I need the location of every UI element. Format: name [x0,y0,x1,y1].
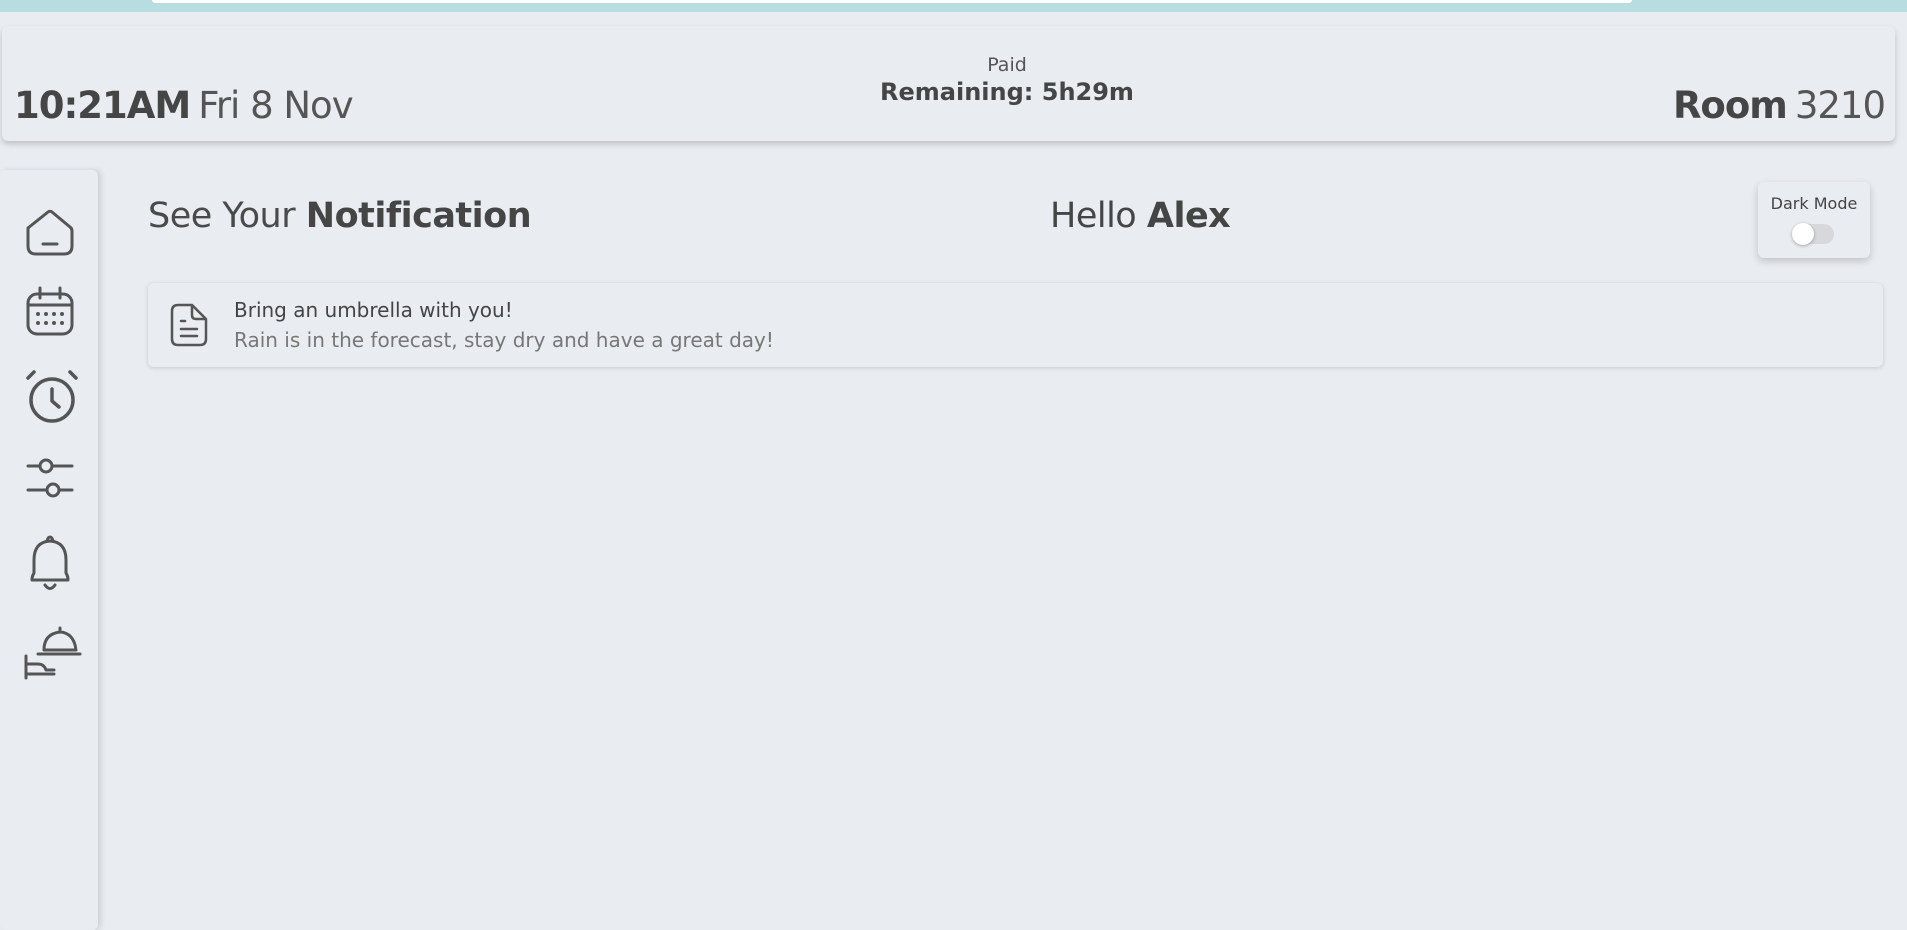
current-date: Fri 8 Nov [198,84,353,127]
payment-status: Paid Remaining: 5h29m [782,54,1232,106]
title-prefix: See Your [148,196,296,236]
sidebar-item-notifications[interactable] [18,532,82,596]
page-title: See Your Notification [148,196,532,236]
title-bold: Notification [305,196,532,236]
user-name: Alex [1146,196,1231,236]
home-icon [26,209,74,256]
top-strip [0,0,1907,12]
room-label: Room [1672,84,1788,127]
paid-label: Paid [987,54,1027,76]
sidebar-item-settings[interactable] [18,448,82,512]
greeting-label: Hello [1050,196,1137,236]
remaining-time: Remaining: 5h29m [880,78,1134,106]
sidebar-item-room-service[interactable] [18,620,82,684]
top-pill [152,0,1632,3]
room-number: 3210 [1794,84,1886,127]
sidebar-item-home[interactable] [18,200,82,264]
clock: 10:21AM Fri 8 Nov [14,84,354,127]
alarm-clock-icon [26,370,78,423]
calendar-icon [26,286,74,336]
sidebar-item-calendar[interactable] [18,280,82,344]
notification-card[interactable]: Bring an umbrella with you! Rain is in t… [148,283,1883,367]
toggle-knob [1792,223,1814,245]
sidebar [0,170,98,930]
sidebar-item-alarm[interactable] [18,364,82,428]
sliders-icon [26,458,74,498]
dark-mode-panel: Dark Mode [1758,182,1870,258]
dark-mode-toggle[interactable] [1792,223,1834,245]
document-icon [170,303,208,347]
current-time: 10:21AM [14,84,191,127]
notification-body: Rain is in the forecast, stay dry and ha… [234,328,774,352]
notification-title: Bring an umbrella with you! [234,298,513,322]
dark-mode-label: Dark Mode [1770,194,1858,213]
greeting: Hello Alex [1050,196,1231,236]
room-info: Room 3210 [1672,84,1886,127]
header-bar: 10:21AM Fri 8 Nov Paid Remaining: 5h29m R… [2,26,1895,141]
bell-icon [30,535,70,590]
room-service-icon [24,626,82,680]
